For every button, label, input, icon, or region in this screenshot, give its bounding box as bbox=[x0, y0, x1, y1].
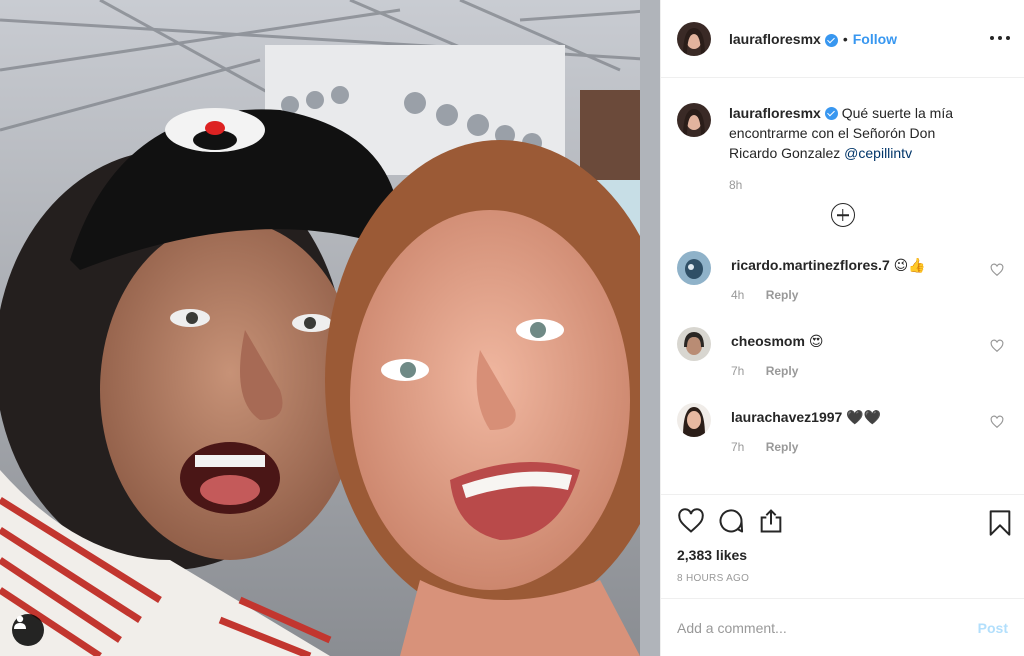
header-separator: • bbox=[842, 30, 848, 47]
more-options-icon[interactable] bbox=[990, 28, 1010, 48]
caption-mention[interactable]: @cepillintv bbox=[844, 145, 912, 161]
post-actions: 2,383 likes 8 HOURS AGO bbox=[661, 494, 1024, 598]
comment-body: laurachavez1997 🖤🖤 7h Reply bbox=[731, 403, 881, 479]
comment-like-heart-icon[interactable] bbox=[990, 339, 1004, 353]
comment-time[interactable]: 7h bbox=[731, 440, 744, 454]
post-comment-button[interactable]: Post bbox=[978, 620, 1008, 636]
comment-body: ricardo.martinezflores.7 😉👍 4h Reply bbox=[731, 251, 926, 327]
share-icon[interactable] bbox=[757, 507, 785, 535]
heart-icon[interactable] bbox=[677, 507, 705, 535]
comment-avatar-image bbox=[677, 403, 711, 437]
author-avatar-image bbox=[677, 21, 711, 56]
instagram-post: laurafloresmx • Follow laurafloresmx Qué… bbox=[0, 0, 1024, 656]
caption-avatar-image bbox=[677, 103, 711, 137]
caption-time[interactable]: 8h bbox=[729, 175, 974, 195]
comment-avatar-image bbox=[677, 327, 711, 361]
caption-body: laurafloresmx Qué suerte la mía encontra… bbox=[729, 103, 974, 195]
comment-avatar[interactable] bbox=[677, 251, 711, 285]
comment-time[interactable]: 7h bbox=[731, 364, 744, 378]
verified-badge-icon bbox=[824, 34, 838, 47]
comment-input[interactable] bbox=[677, 619, 978, 636]
user-tag-button[interactable] bbox=[12, 614, 44, 646]
post-timestamp[interactable]: 8 HOURS AGO bbox=[677, 573, 1008, 584]
comment-item: ricardo.martinezflores.7 😉👍 4h Reply bbox=[677, 251, 1008, 327]
comment-username[interactable]: cheosmom bbox=[731, 333, 805, 349]
load-more-comments[interactable] bbox=[677, 203, 1008, 227]
comment-like-heart-icon[interactable] bbox=[990, 415, 1004, 429]
comments-list[interactable]: laurafloresmx Qué suerte la mía encontra… bbox=[661, 79, 1024, 493]
comment-username[interactable]: laurachavez1997 bbox=[731, 409, 842, 425]
caption-avatar[interactable] bbox=[677, 103, 711, 137]
post-caption: laurafloresmx Qué suerte la mía encontra… bbox=[677, 79, 1008, 195]
comment-time[interactable]: 4h bbox=[731, 288, 744, 302]
reply-button[interactable]: Reply bbox=[766, 440, 799, 454]
comment-username[interactable]: ricardo.martinezflores.7 bbox=[731, 257, 890, 273]
comment-body: cheosmom 😍 7h Reply bbox=[731, 327, 823, 403]
author-avatar[interactable] bbox=[677, 21, 711, 56]
follow-button[interactable]: Follow bbox=[853, 31, 897, 47]
post-photo[interactable] bbox=[0, 0, 660, 656]
comment-text: 🖤🖤 bbox=[846, 409, 882, 425]
comment-text: 😍 bbox=[808, 333, 824, 349]
comment-avatar[interactable] bbox=[677, 327, 711, 361]
action-icons bbox=[677, 495, 1011, 547]
post-header: laurafloresmx • Follow bbox=[661, 0, 1024, 78]
user-tag-icon bbox=[14, 615, 26, 629]
caption-verified-icon bbox=[824, 107, 838, 120]
add-comment-bar: Post bbox=[661, 598, 1024, 656]
comment-item: cheosmom 😍 7h Reply bbox=[677, 327, 1008, 403]
reply-button[interactable]: Reply bbox=[766, 288, 799, 302]
comment-like-heart-icon[interactable] bbox=[990, 263, 1004, 277]
comment-avatar[interactable] bbox=[677, 403, 711, 437]
load-more-icon bbox=[830, 203, 855, 227]
post-sidebar: laurafloresmx • Follow laurafloresmx Qué… bbox=[660, 0, 1024, 656]
reply-button[interactable]: Reply bbox=[766, 364, 799, 378]
author-username[interactable]: laurafloresmx bbox=[729, 31, 821, 47]
bookmark-icon[interactable] bbox=[988, 509, 1012, 537]
comment-avatar-image bbox=[677, 251, 711, 285]
comment-text: 😉👍 bbox=[893, 257, 926, 273]
comment-icon[interactable] bbox=[717, 507, 745, 535]
caption-username[interactable]: laurafloresmx bbox=[729, 105, 821, 121]
likes-count[interactable]: 2,383 likes bbox=[677, 547, 1008, 563]
selfie-image bbox=[0, 0, 660, 656]
comment-item: laurachavez1997 🖤🖤 7h Reply bbox=[677, 403, 1008, 479]
